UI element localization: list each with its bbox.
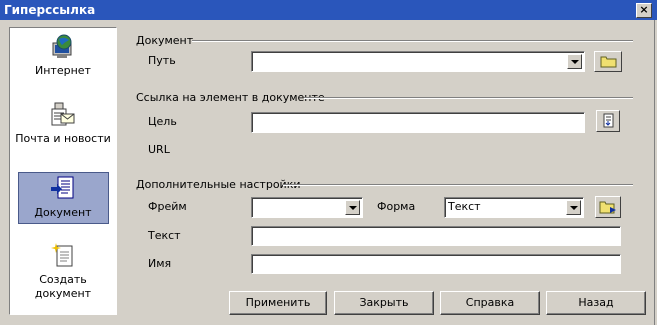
chevron-down-icon[interactable] [567,54,582,69]
text-input[interactable] [251,226,621,246]
close-button[interactable]: Закрыть [334,291,434,315]
text-label: Текст [148,229,181,242]
path-combobox[interactable] [251,51,585,72]
sidebar-item-label: Создать документ [34,273,92,300]
path-label: Путь [148,54,176,67]
section-divider [283,184,633,186]
chevron-down-icon[interactable] [345,200,360,215]
open-file-button[interactable] [594,51,622,72]
name-input[interactable] [251,254,621,274]
frame-combobox[interactable] [251,197,363,218]
hyperlink-type-sidebar: Интернет Почта и новости Документ Создат… [9,27,117,315]
events-button[interactable] [595,196,621,218]
mail-news-icon [50,101,76,127]
close-window-button[interactable]: × [636,3,652,18]
section-divider [304,97,633,99]
sidebar-item-internet[interactable]: Интернет [10,33,116,78]
globe-computer-icon [50,33,76,59]
sidebar-item-mail-news[interactable]: Почта и новости [10,101,116,146]
sidebar-item-label: Интернет [35,64,91,77]
title-bar: Гиперссылка × [0,0,657,20]
folder-events-icon [599,201,616,214]
frame-label: Фрейм [148,200,187,213]
chevron-down-icon[interactable] [566,200,581,215]
form-label: Форма [377,200,416,213]
form-value: Текст [448,200,481,213]
name-label: Имя [148,257,172,270]
window-title: Гиперссылка [4,3,96,17]
target-in-document-button[interactable] [596,110,620,132]
sidebar-item-document[interactable]: Документ [10,172,116,224]
document-icon [50,175,76,201]
section-title-extra: Дополнительные настройки [136,178,301,191]
section-title-document: Документ [136,34,194,47]
section-title-target: Ссылка на элемент в документе [136,91,325,104]
back-button[interactable]: Назад [546,291,646,315]
sidebar-item-new-document[interactable]: Создать документ [10,242,116,301]
target-document-icon [603,113,614,128]
section-divider [192,40,633,42]
sidebar-item-label: Документ [34,206,92,219]
target-input[interactable] [251,112,585,133]
target-label: Цель [148,115,177,128]
url-label: URL [148,143,170,156]
form-select[interactable]: Текст [444,197,584,218]
help-button[interactable]: Справка [440,291,540,315]
new-document-icon [50,242,76,268]
window-border [654,20,655,325]
sidebar-item-label: Почта и новости [15,132,111,145]
apply-button[interactable]: Применить [229,291,327,315]
folder-icon [600,56,617,68]
